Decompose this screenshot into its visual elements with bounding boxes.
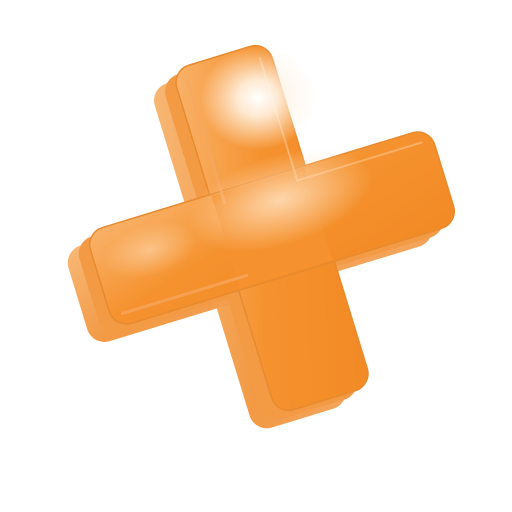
icon-canvas	[0, 0, 512, 512]
plus-icon	[67, 44, 456, 429]
plus-gloss-top	[200, 46, 316, 150]
